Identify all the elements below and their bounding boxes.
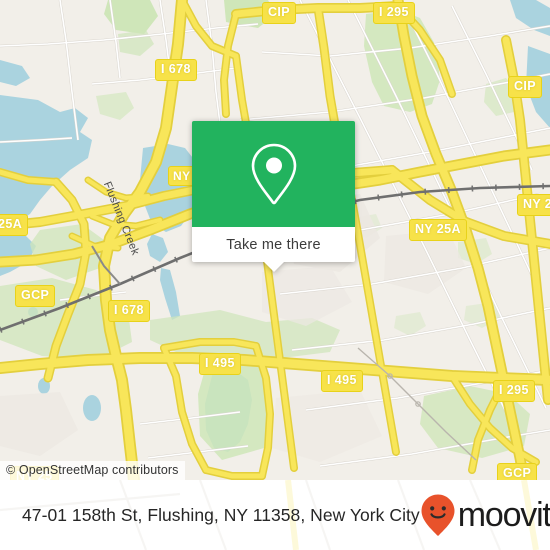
shield-ny25-right[interactable]: NY 25	[517, 194, 550, 216]
address-label: 47-01 158th St, Flushing, NY 11358, New …	[22, 505, 420, 526]
shield-i678-top[interactable]: I 678	[155, 59, 197, 81]
moovit-smiley-pin-icon	[421, 494, 455, 536]
footer-bar: 47-01 158th St, Flushing, NY 11358, New …	[0, 480, 550, 550]
map-callout-popup[interactable]: Take me there	[192, 121, 355, 272]
shield-ny25a-left[interactable]: 25A	[0, 214, 29, 236]
moovit-map-screenshot: Flushing Creek CIP I 295 CIP I 678 NY NY…	[0, 0, 550, 550]
osm-attribution[interactable]: © OpenStreetMap contributors	[0, 461, 185, 480]
callout-pointer	[262, 261, 285, 272]
callout-image-panel	[192, 121, 355, 227]
shield-i295-top[interactable]: I 295	[373, 2, 415, 24]
take-me-there-label: Take me there	[226, 236, 321, 253]
shield-cip-top[interactable]: CIP	[262, 2, 297, 24]
shield-i495-center[interactable]: I 495	[321, 370, 363, 392]
shield-i495-left[interactable]: I 495	[199, 353, 241, 375]
shield-i678-bottom[interactable]: I 678	[108, 300, 150, 322]
address-text: 47-01 158th St, Flushing, NY 11358, New …	[22, 504, 420, 525]
map-pin-icon	[251, 143, 296, 205]
shield-gcp-left[interactable]: GCP	[15, 285, 56, 307]
shield-cip-right[interactable]: CIP	[508, 76, 543, 98]
shield-i295-bottom[interactable]: I 295	[493, 380, 535, 402]
osm-attribution-text: © OpenStreetMap contributors	[6, 463, 179, 477]
shield-gcp-bottom[interactable]: GCP	[497, 463, 538, 480]
moovit-wordmark: moovit	[457, 496, 550, 534]
moovit-logo[interactable]: moovit	[420, 493, 550, 537]
take-me-there-button[interactable]: Take me there	[192, 227, 355, 262]
shield-ny25a-right[interactable]: NY 25A	[409, 219, 467, 241]
